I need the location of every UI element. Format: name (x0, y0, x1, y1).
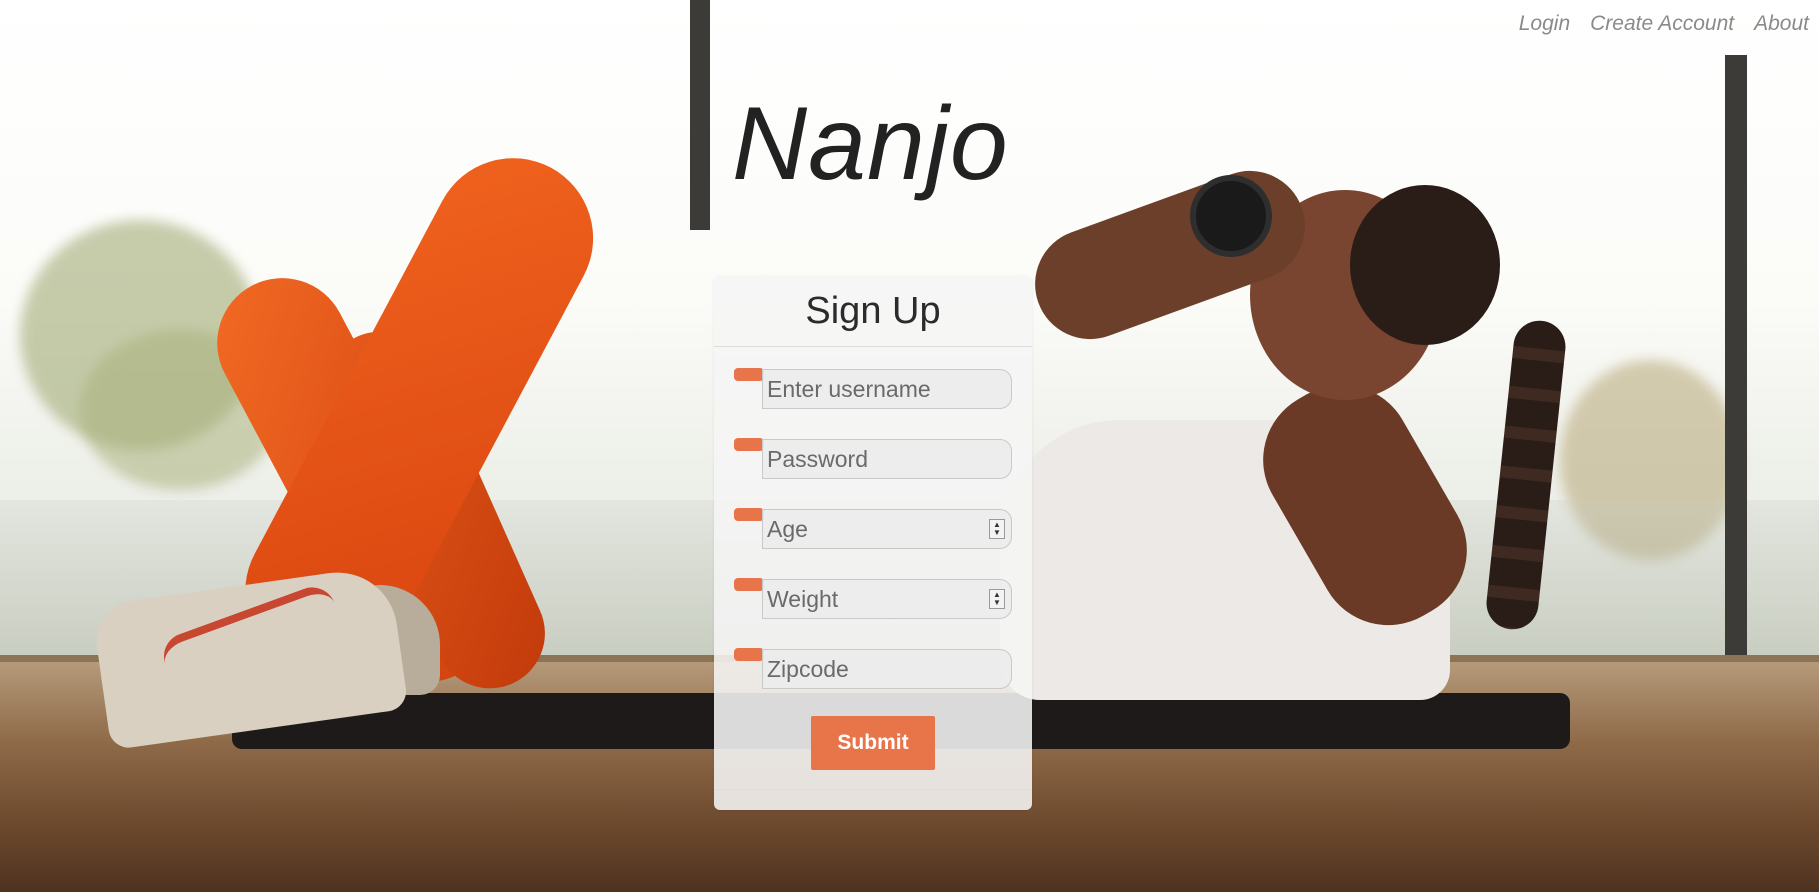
username-field-group (734, 368, 1014, 410)
age-input[interactable] (763, 510, 989, 548)
weight-input[interactable] (763, 580, 989, 618)
submit-button[interactable]: Submit (811, 716, 935, 770)
password-field-group (734, 438, 1014, 480)
hair (1350, 185, 1500, 345)
weight-field-group: ▲ ▼ (734, 578, 1014, 620)
age-field-group: ▲ ▼ (734, 508, 1014, 550)
password-box (762, 439, 1012, 479)
form-title: Sign Up (805, 289, 941, 332)
window-frame-left (690, 0, 710, 230)
wristwatch (1190, 175, 1272, 257)
field-accent (734, 508, 764, 521)
number-spinner-icon[interactable]: ▲ ▼ (989, 519, 1005, 539)
top-nav: Login Create Account About (1519, 12, 1819, 36)
zipcode-field-group (734, 648, 1014, 690)
age-box: ▲ ▼ (762, 509, 1012, 549)
field-accent (734, 438, 764, 451)
password-input[interactable] (763, 440, 1011, 478)
card-footer-divider (714, 789, 1032, 790)
field-accent (734, 648, 764, 661)
nav-create-account-link[interactable]: Create Account (1590, 12, 1734, 36)
spin-down-icon[interactable]: ▼ (993, 599, 1001, 607)
zipcode-box (762, 649, 1012, 689)
weight-box: ▲ ▼ (762, 579, 1012, 619)
site-title: Nanjo (732, 86, 1009, 202)
spin-down-icon[interactable]: ▼ (993, 529, 1001, 537)
username-box (762, 369, 1012, 409)
username-input[interactable] (763, 370, 1011, 408)
card-header: Sign Up (714, 276, 1032, 347)
window-frame-right (1725, 55, 1747, 655)
zipcode-input[interactable] (763, 650, 1011, 688)
nav-login-link[interactable]: Login (1519, 12, 1570, 36)
field-accent (734, 368, 764, 381)
field-accent (734, 578, 764, 591)
signup-card: Sign Up ▲ ▼ ▲ ▼ (714, 276, 1032, 810)
nav-about-link[interactable]: About (1754, 12, 1809, 36)
number-spinner-icon[interactable]: ▲ ▼ (989, 589, 1005, 609)
